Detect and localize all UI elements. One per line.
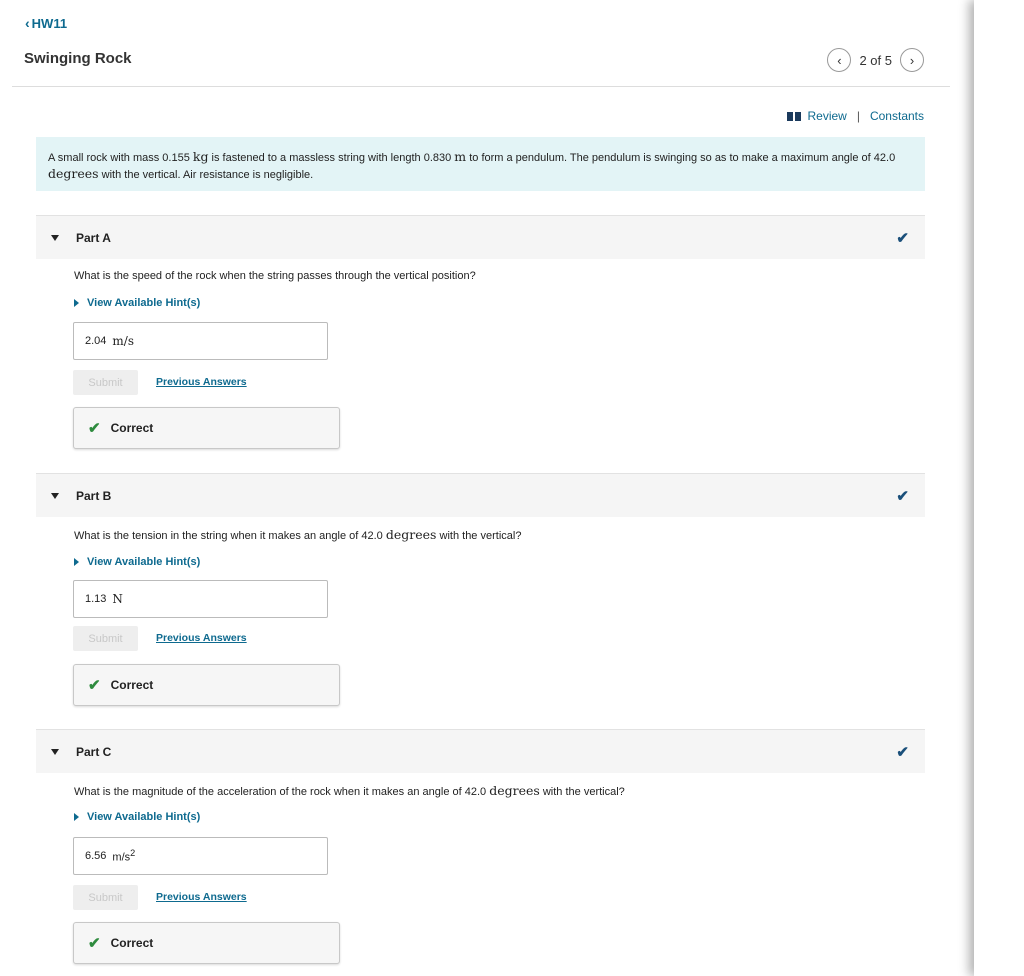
completed-check-icon: ✔ [896,744,909,761]
answer-unit-exponent: 2 [130,848,136,859]
part-c-previous-answers-link[interactable]: Previous Answers [156,891,247,903]
part-c-question: What is the magnitude of the acceleratio… [74,783,625,798]
constants-link[interactable]: Constants [870,109,924,123]
part-c-hint-toggle[interactable]: View Available Hint(s) [74,811,200,823]
answer-unit: m/s2 [112,848,135,864]
question-text-1: What is the magnitude of the acceleratio… [74,786,487,798]
back-link-label: HW11 [31,15,68,31]
pager-position: 2 of 5 [859,52,892,68]
completed-check-icon: ✔ [896,488,909,505]
correct-check-icon: ✔ [88,935,101,952]
expand-triangle-icon [74,813,79,821]
chevron-right-icon: › [909,52,915,68]
part-b-hint-toggle[interactable]: View Available Hint(s) [74,556,200,568]
next-item-button[interactable]: › [900,48,924,72]
feedback-text: Correct [110,936,154,950]
question-unit-degrees: degrees [489,783,540,798]
problem-unit-kg: kg [192,149,209,164]
review-links: Review | Constants [787,109,924,123]
collapse-triangle-icon [51,748,59,755]
part-b-label: Part B [76,488,112,503]
answer-value: 2.04 [85,335,107,347]
part-a-header[interactable]: Part A ✔ [36,215,925,259]
chevron-left-icon: ‹ [25,15,30,31]
problem-text-3: to form a pendulum. The pendulum is swin… [469,152,896,164]
question-text-2: with the vertical? [542,786,625,798]
question-unit-degrees: degrees [385,527,437,542]
part-c-label: Part C [76,744,112,759]
part-a-submit-button[interactable]: Submit [73,370,138,395]
part-a-feedback: ✔ Correct [73,407,340,449]
part-b-header[interactable]: Part B ✔ [36,473,925,517]
page-title: Swinging Rock [24,50,132,67]
part-c-feedback: ✔ Correct [73,922,340,964]
item-pager: ‹ 2 of 5 › [827,48,924,72]
chevron-left-icon: ‹ [837,52,842,68]
link-separator: | [856,109,860,123]
part-a-label: Part A [76,230,111,245]
collapse-triangle-icon [51,234,59,241]
part-a-question: What is the speed of the rock when the s… [74,270,476,282]
header-divider [12,86,950,87]
answer-value: 1.13 [85,593,107,605]
problem-text-2: is fastened to a massless string with le… [211,152,452,164]
hint-label: View Available Hint(s) [87,811,201,823]
feedback-text: Correct [110,421,154,435]
answer-unit-base: m/s [112,851,131,864]
back-to-assignment-link[interactable]: ‹ HW11 [25,15,67,31]
question-text-2: with the vertical? [439,530,522,542]
book-icon [787,111,802,121]
part-c-submit-button[interactable]: Submit [73,885,138,910]
part-b-previous-answers-link[interactable]: Previous Answers [156,632,247,644]
part-b-feedback: ✔ Correct [73,664,340,706]
feedback-text: Correct [110,678,154,692]
answer-unit: N [112,592,123,606]
assignment-page: ‹ HW11 Swinging Rock ‹ 2 of 5 › Review |… [0,0,950,976]
problem-text-4: with the vertical. Air resistance is neg… [101,169,314,181]
correct-check-icon: ✔ [88,420,101,437]
part-b-answer-field[interactable]: 1.13 N [73,580,328,618]
part-b-question: What is the tension in the string when i… [74,527,521,542]
problem-statement: A small rock with mass 0.155 kg is faste… [36,137,925,191]
problem-unit-m: m [454,149,467,164]
question-text-1: What is the tension in the string when i… [74,530,383,542]
part-c-header[interactable]: Part C ✔ [36,729,925,773]
expand-triangle-icon [74,299,79,307]
answer-unit: m/s [112,334,135,348]
correct-check-icon: ✔ [88,677,101,694]
problem-unit-degrees: degrees [48,166,99,181]
hint-label: View Available Hint(s) [87,556,201,568]
collapse-triangle-icon [51,492,59,499]
side-panel [974,0,1024,976]
part-c-answer-field[interactable]: 6.56 m/s2 [73,837,328,875]
completed-check-icon: ✔ [896,230,909,247]
part-a-answer-field[interactable]: 2.04 m/s [73,322,328,360]
review-link[interactable]: Review [807,109,846,123]
part-b-submit-button[interactable]: Submit [73,626,138,651]
problem-text-1: A small rock with mass 0.155 [48,152,190,164]
expand-triangle-icon [74,558,79,566]
hint-label: View Available Hint(s) [87,297,201,309]
answer-value: 6.56 [85,850,107,862]
part-a-previous-answers-link[interactable]: Previous Answers [156,376,247,388]
previous-item-button[interactable]: ‹ [827,48,852,72]
part-a-hint-toggle[interactable]: View Available Hint(s) [74,297,200,309]
